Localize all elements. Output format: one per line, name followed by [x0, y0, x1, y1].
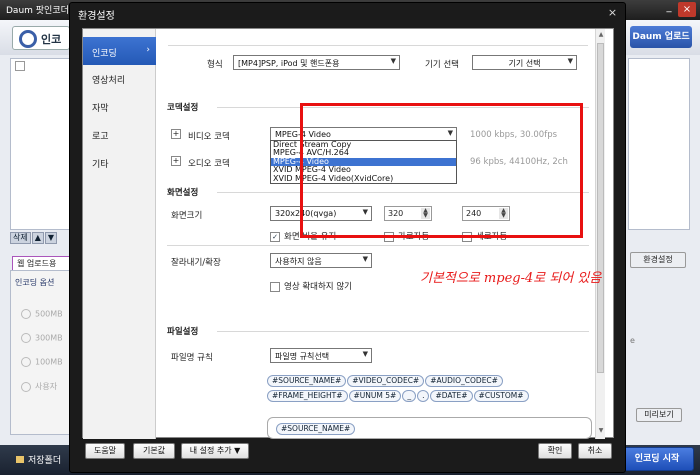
app-logo: 인코: [12, 26, 70, 50]
file-list[interactable]: [10, 58, 72, 230]
tab-web-upload[interactable]: 웹 업로드용: [12, 256, 72, 270]
crop-select[interactable]: 사용하지 않음 ▼: [270, 253, 372, 268]
chevron-down-icon: ▼: [567, 57, 573, 65]
no-upscale-checkbox[interactable]: 영상 확대하지 않기: [270, 280, 352, 292]
select-all-checkbox[interactable]: [15, 61, 25, 71]
screen-section-heading: 화면설정: [167, 188, 199, 198]
nav-item-subtitle[interactable]: 자막: [83, 92, 156, 120]
nav-item-video-processing[interactable]: 영상처리: [83, 64, 156, 92]
vertical-scrollbar[interactable]: ▲ ▼: [595, 29, 605, 439]
device-label: 기기 선택: [425, 60, 459, 70]
move-down-button[interactable]: ▼: [44, 232, 58, 244]
file-section-heading: 파일설정: [167, 327, 199, 337]
size-radio-500[interactable]: 500MB: [21, 309, 63, 319]
dialog-close-icon[interactable]: ×: [606, 6, 619, 19]
nav-label: 인코딩: [92, 49, 117, 59]
add-my-settings-label: 내 설정 추가: [189, 446, 232, 455]
scroll-up-icon[interactable]: ▲: [597, 31, 605, 39]
app-title: Daum 팟인코더: [6, 6, 69, 16]
size-radio-custom[interactable]: 사용자: [21, 381, 57, 392]
nav-item-encoding[interactable]: 인코딩 ›: [83, 37, 156, 65]
crop-label: 잘라내기/확장: [171, 258, 221, 268]
close-icon[interactable]: ×: [678, 2, 696, 17]
settings-dialog: 환경설정 × 인코딩 › 영상처리 자막 로고 기타 형식 [MP4]PSP, i…: [69, 2, 626, 473]
help-button[interactable]: 도움말: [85, 443, 125, 459]
filename-tag-list: #SOURCE_NAME# #VIDEO_CODEC# #AUDIO_CODEC# …: [267, 375, 567, 405]
scroll-down-icon[interactable]: ▼: [597, 427, 605, 435]
filename-rule-select[interactable]: 파일명 규칙선택 ▼: [270, 348, 372, 363]
tag-underscore[interactable]: _: [402, 390, 417, 402]
nav-item-other[interactable]: 기타: [83, 148, 156, 176]
filename-rule-value: 파일명 규칙선택: [275, 352, 330, 361]
divider: [217, 331, 589, 332]
chevron-down-icon: ▼: [362, 255, 368, 263]
chevron-right-icon: ›: [146, 45, 150, 55]
delete-button[interactable]: 삭제: [10, 232, 31, 244]
daum-upload-button[interactable]: Daum 업로드: [630, 26, 692, 48]
dialog-footer: 도움말 기본값 내 설정 추가 ▼ 확인 취소: [82, 443, 614, 467]
ok-button[interactable]: 확인: [538, 443, 572, 459]
scroll-thumb[interactable]: [597, 43, 604, 373]
codec-section-heading: 코덱설정: [167, 103, 199, 113]
format-label: 형식: [207, 60, 223, 70]
tag-frame-height[interactable]: #FRAME_HEIGHT#: [267, 390, 348, 402]
move-up-button[interactable]: ▲: [31, 232, 44, 244]
dialog-title: 환경설정: [78, 11, 115, 22]
chevron-down-icon: ▼: [390, 57, 396, 65]
preview-button[interactable]: 미리보기: [636, 408, 682, 422]
annotation-highlight-box: [300, 103, 583, 238]
audio-codec-label: 오디오 코덱: [188, 159, 230, 169]
divider: [168, 45, 588, 46]
tag-video-codec[interactable]: #VIDEO_CODEC#: [347, 375, 425, 387]
tag-audio-codec[interactable]: #AUDIO_CODEC#: [425, 375, 503, 387]
device-select-button[interactable]: 기기 선택 ▼: [472, 55, 577, 70]
format-value: [MP4]PSP, iPod 및 핸드폰용: [238, 59, 340, 68]
nav-item-logo[interactable]: 로고: [83, 120, 156, 148]
list-toolbar: 삭제 ▲ ▼: [10, 232, 72, 246]
expand-audio-icon[interactable]: +: [171, 156, 181, 166]
logo-icon: [19, 30, 37, 48]
annotation-text: 기본적으로 mpeg-4로 되어 있음: [420, 271, 602, 286]
tag-unum[interactable]: #UNUM 5#: [348, 390, 402, 402]
tag-source-name[interactable]: #SOURCE_NAME#: [267, 375, 347, 387]
encoding-option-panel: 인코딩 옵션 500MB 300MB 100MB 사용자: [10, 270, 72, 435]
screen-size-label: 화면크기: [171, 211, 203, 221]
preview-area: [628, 58, 690, 230]
size-radio-100[interactable]: 100MB: [21, 357, 63, 367]
chevron-down-icon: ▼: [234, 446, 241, 455]
add-my-settings-button[interactable]: 내 설정 추가 ▼: [181, 443, 249, 459]
filename-pattern-tag[interactable]: #SOURCE_NAME#: [276, 423, 356, 435]
format-select[interactable]: [MP4]PSP, iPod 및 핸드폰용 ▼: [233, 55, 400, 70]
video-codec-label: 비디오 코덱: [188, 132, 230, 142]
divider: [167, 245, 589, 246]
tag-dot[interactable]: .: [417, 390, 430, 402]
tag-custom[interactable]: #CUSTOM#: [473, 390, 529, 402]
save-folder-label: 저장폴더: [28, 456, 62, 466]
default-button[interactable]: 기본값: [133, 443, 175, 459]
filename-pattern-field[interactable]: #SOURCE_NAME#: [267, 417, 592, 439]
filename-rule-label: 파일명 규칙: [171, 353, 213, 363]
settings-nav: 인코딩 › 영상처리 자막 로고 기타: [83, 29, 156, 439]
tag-date[interactable]: #DATE#: [430, 390, 473, 402]
minimize-icon[interactable]: _: [662, 2, 676, 17]
side-text: e: [630, 336, 635, 345]
crop-value: 사용하지 않음: [275, 257, 322, 266]
panel-heading: 인코딩 옵션: [15, 278, 55, 287]
logo-text: 인코: [41, 33, 62, 46]
expand-video-icon[interactable]: +: [171, 129, 181, 139]
cancel-button[interactable]: 취소: [578, 443, 612, 459]
start-encoding-button[interactable]: 인코딩 시작: [620, 447, 694, 471]
folder-icon: [16, 456, 24, 463]
save-folder-button[interactable]: 저장폴더: [16, 453, 61, 466]
chevron-down-icon: ▼: [362, 350, 368, 358]
environment-settings-button[interactable]: 환경설정: [630, 252, 686, 268]
size-radio-300[interactable]: 300MB: [21, 333, 63, 343]
device-button-label: 기기 선택: [508, 59, 541, 68]
